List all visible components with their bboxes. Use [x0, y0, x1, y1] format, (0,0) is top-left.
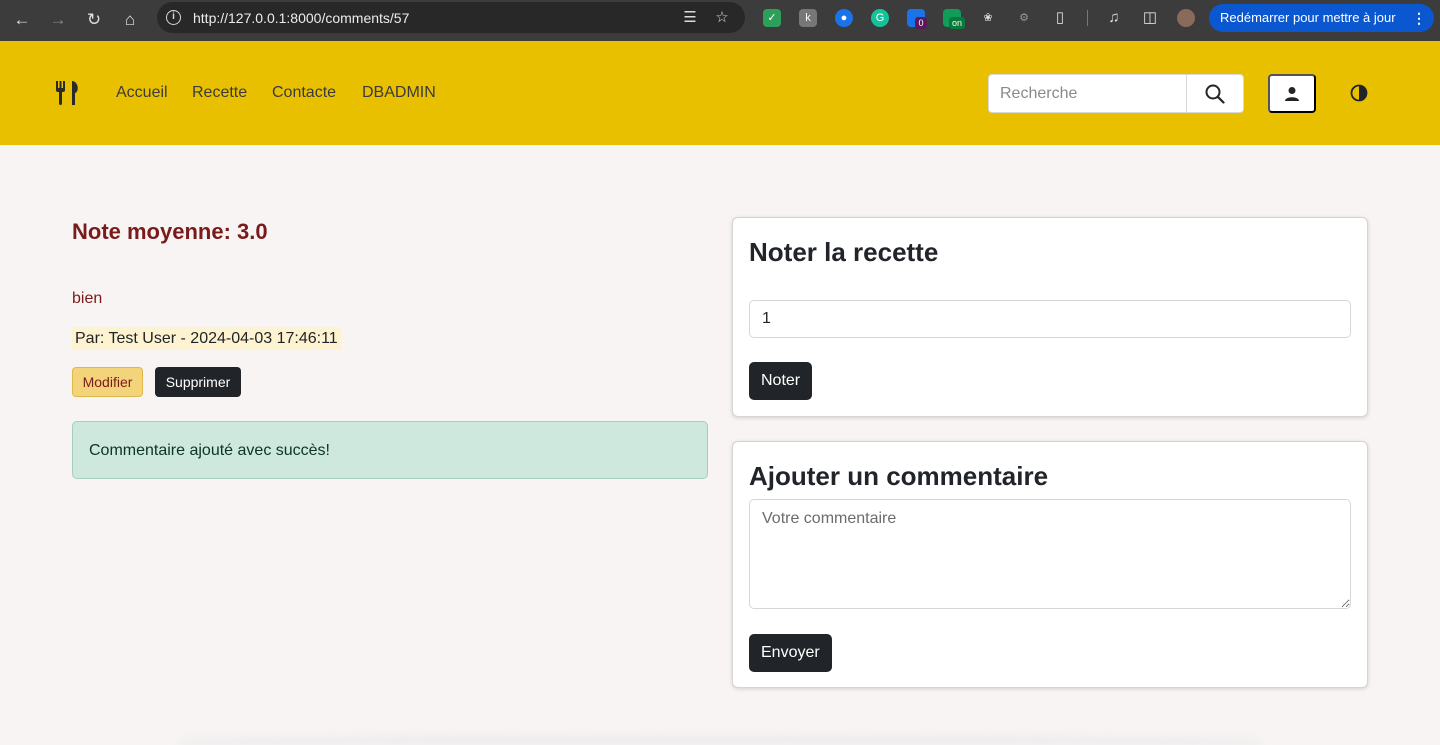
extension-mail-icon[interactable]: ✓: [763, 9, 781, 27]
extension-badge: 0: [915, 17, 927, 29]
success-alert-message: Commentaire ajouté avec succès!: [89, 442, 330, 459]
nav-link-dbadmin[interactable]: DBADMIN: [362, 84, 436, 102]
search-button[interactable]: [1186, 74, 1244, 113]
extensions-puzzle-icon[interactable]: ▯: [1051, 9, 1069, 27]
address-url[interactable]: http://127.0.0.1:8000/comments/57: [193, 10, 409, 26]
extension-gear-icon[interactable]: ⚙: [1015, 9, 1033, 27]
fork-knife-icon[interactable]: [54, 79, 82, 107]
rate-submit-button[interactable]: Noter: [749, 362, 813, 400]
restart-update-label: Redémarrer pour mettre à jour: [1220, 10, 1396, 25]
average-rating-heading: Note moyenne: 3.0: [72, 219, 268, 244]
edit-comment-button[interactable]: Modifier: [72, 367, 143, 397]
comment-author-meta: Par: Test User - 2024-04-03 17:46:11: [72, 327, 341, 350]
footer-shadow: [180, 735, 1260, 745]
theme-toggle-icon[interactable]: [1350, 84, 1368, 102]
profile-avatar[interactable]: [1177, 9, 1195, 27]
extension-notes-icon[interactable]: 0: [907, 9, 927, 29]
extension-compass-icon[interactable]: ●: [835, 9, 853, 27]
comment-text: bien: [72, 290, 103, 307]
comment-textarea[interactable]: [749, 499, 1351, 609]
side-panel-icon[interactable]: ◫: [1141, 9, 1159, 27]
user-icon: [1285, 86, 1299, 101]
delete-comment-button[interactable]: Supprimer: [155, 367, 241, 397]
rate-recipe-card: Noter la recette Noter: [732, 217, 1368, 417]
site-info-icon[interactable]: i: [166, 10, 181, 25]
extension-grammarly-icon[interactable]: G: [871, 9, 889, 27]
reload-icon[interactable]: ↻: [82, 8, 106, 32]
browser-toolbar: ← → ↻ ⌂ i http://127.0.0.1:8000/comments…: [0, 0, 1440, 41]
forward-icon[interactable]: →: [46, 8, 70, 32]
home-icon[interactable]: ⌂: [118, 8, 142, 32]
nav-link-contacte[interactable]: Contacte: [272, 84, 336, 102]
toolbar-divider: [1087, 10, 1088, 26]
translate-icon[interactable]: ☰: [680, 8, 700, 28]
rate-card-title: Noter la recette: [749, 237, 939, 267]
user-account-button[interactable]: [1268, 74, 1316, 113]
add-comment-card: Ajouter un commentaire Envoyer: [732, 441, 1368, 688]
comment-submit-button[interactable]: Envoyer: [749, 634, 832, 672]
restart-update-button[interactable]: Redémarrer pour mettre à jour ⋮: [1209, 4, 1434, 32]
media-queue-icon[interactable]: ♫: [1105, 9, 1123, 27]
search-icon: [1205, 84, 1225, 104]
extension-toggle-icon[interactable]: on: [943, 9, 965, 29]
extension-leaf-icon[interactable]: ❀: [979, 9, 997, 27]
nav-link-accueil[interactable]: Accueil: [116, 84, 168, 102]
extension-k-icon[interactable]: k: [799, 9, 817, 27]
search-input[interactable]: [988, 74, 1187, 113]
comment-card-title: Ajouter un commentaire: [749, 461, 1049, 491]
nav-link-recette[interactable]: Recette: [192, 84, 247, 102]
address-bar[interactable]: i http://127.0.0.1:8000/comments/57 ☰ ☆: [157, 2, 745, 33]
more-menu-icon[interactable]: ⋮: [1412, 4, 1426, 32]
bookmark-star-icon[interactable]: ☆: [712, 8, 732, 28]
rating-input[interactable]: [749, 300, 1351, 338]
success-alert: Commentaire ajouté avec succès!: [72, 421, 708, 479]
extension-badge: on: [949, 17, 965, 29]
back-icon[interactable]: ←: [10, 8, 34, 32]
